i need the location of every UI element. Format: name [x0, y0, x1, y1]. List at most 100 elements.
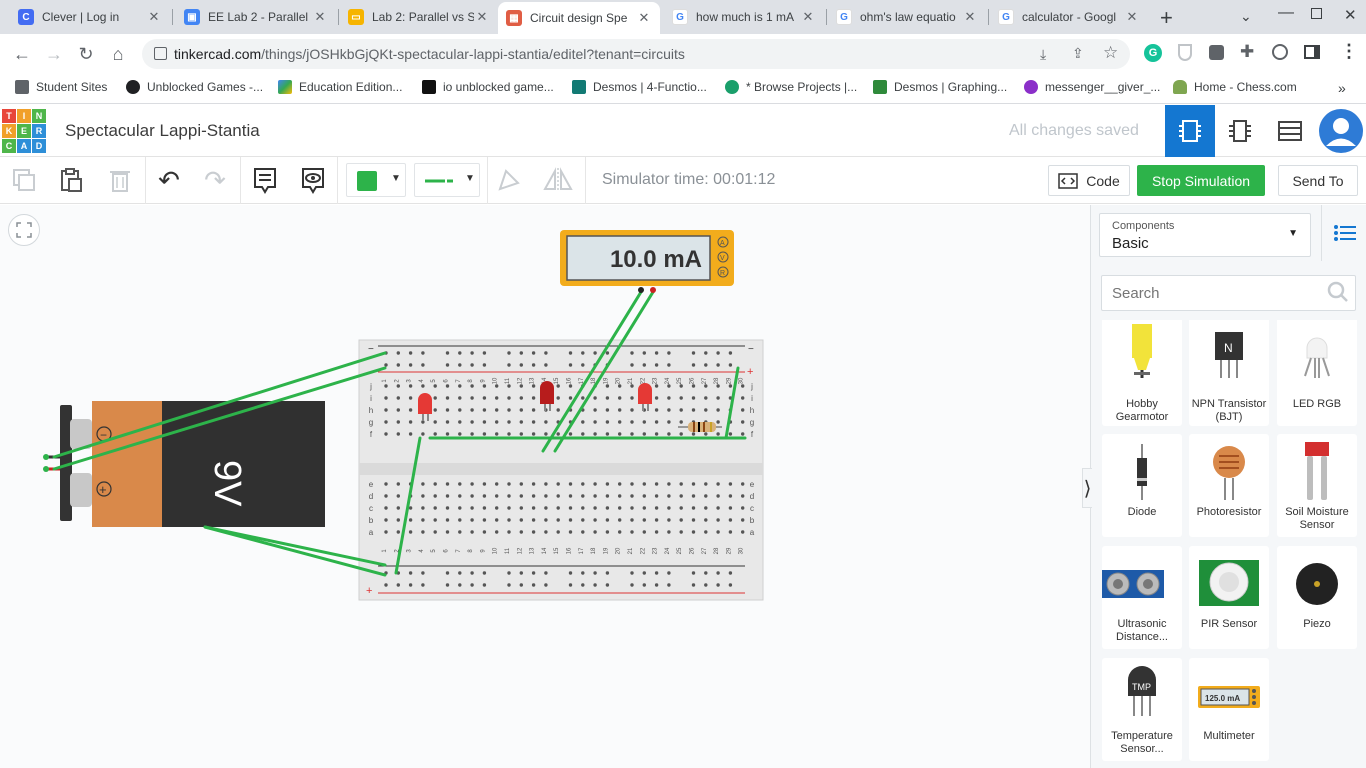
breadboard-hole[interactable]	[544, 518, 548, 522]
breadboard-hole[interactable]	[667, 432, 671, 436]
breadboard-hole[interactable]	[482, 420, 487, 424]
bookmark-item[interactable]: Education Edition...	[278, 80, 402, 94]
breadboard-hole[interactable]	[396, 583, 400, 587]
reload-icon[interactable]: ↻	[74, 42, 98, 66]
breadboard-hole[interactable]	[507, 351, 511, 355]
breadboard-hole[interactable]	[618, 396, 622, 400]
breadboard-hole[interactable]	[691, 583, 696, 587]
breadboard-hole[interactable]	[445, 571, 450, 575]
breadboard-hole[interactable]	[679, 506, 683, 510]
close-tab-icon[interactable]: ✕	[962, 9, 978, 25]
breadboard-hole[interactable]	[618, 518, 622, 522]
breadboard-hole[interactable]	[531, 482, 536, 486]
close-tab-icon[interactable]: ✕	[800, 9, 816, 25]
component-card-photoresistor[interactable]: Photoresistor	[1189, 434, 1269, 537]
grammarly-extension-icon[interactable]: G	[1144, 44, 1162, 62]
breadboard-hole[interactable]	[531, 530, 536, 534]
breadboard-hole[interactable]	[679, 420, 683, 424]
breadboard-hole[interactable]	[667, 583, 671, 587]
breadboard-hole[interactable]	[605, 571, 610, 575]
close-tab-icon[interactable]: ✕	[312, 9, 328, 25]
breadboard-hole[interactable]	[544, 571, 548, 575]
breadboard-hole[interactable]	[519, 363, 523, 367]
breadboard-hole[interactable]	[544, 530, 548, 534]
breadboard-hole[interactable]	[581, 420, 585, 424]
breadboard-hole[interactable]	[642, 420, 646, 424]
breadboard-hole[interactable]	[396, 518, 400, 522]
browser-tab[interactable]: G ohm's law equatio ✕	[828, 4, 986, 30]
breadboard-hole[interactable]	[531, 432, 536, 436]
breadboard-hole[interactable]	[605, 518, 610, 522]
breadboard-hole[interactable]	[630, 363, 634, 367]
breadboard-hole[interactable]	[482, 396, 487, 400]
breadboard-hole[interactable]	[421, 518, 425, 522]
breadboard-hole[interactable]	[544, 351, 548, 355]
breadboard-hole[interactable]	[470, 420, 474, 424]
breadboard-hole[interactable]	[741, 420, 745, 424]
breadboard-hole[interactable]	[630, 482, 634, 486]
breadboard-hole[interactable]	[679, 432, 683, 436]
breadboard-hole[interactable]	[433, 396, 437, 400]
breadboard-hole[interactable]	[716, 351, 720, 355]
breadboard-hole[interactable]	[408, 384, 413, 388]
breadboard-hole[interactable]	[581, 506, 585, 510]
breadboard-hole[interactable]	[495, 518, 499, 522]
breadboard-hole[interactable]	[556, 494, 560, 498]
breadboard-hole[interactable]	[384, 583, 388, 587]
breadboard-hole[interactable]	[433, 384, 437, 388]
breadboard-hole[interactable]	[593, 351, 597, 355]
breadboard-hole[interactable]	[716, 363, 720, 367]
breadboard-hole[interactable]	[642, 351, 646, 355]
breadboard-hole[interactable]	[519, 571, 523, 575]
breadboard-hole[interactable]	[716, 432, 720, 436]
breadboard-hole[interactable]	[704, 432, 708, 436]
breadboard-hole[interactable]	[581, 571, 585, 575]
breadboard-hole[interactable]	[568, 482, 573, 486]
breadboard-hole[interactable]	[654, 494, 659, 498]
breadboard-hole[interactable]	[384, 518, 388, 522]
component-card-diode[interactable]: Diode	[1102, 434, 1182, 537]
breadboard-hole[interactable]	[384, 384, 388, 388]
breadboard-hole[interactable]	[519, 506, 523, 510]
breadboard-hole[interactable]	[716, 396, 720, 400]
breadboard-hole[interactable]	[642, 571, 646, 575]
breadboard-hole[interactable]	[445, 432, 450, 436]
breadboard-hole[interactable]	[519, 530, 523, 534]
component-list-button[interactable]	[1265, 105, 1315, 157]
list-view-button[interactable]	[1321, 205, 1366, 261]
breadboard-hole[interactable]	[482, 384, 487, 388]
breadboard-hole[interactable]	[728, 506, 733, 510]
breadboard-hole[interactable]	[667, 408, 671, 412]
breadboard-hole[interactable]	[654, 351, 659, 355]
breadboard-hole[interactable]	[630, 530, 634, 534]
breadboard-hole[interactable]	[716, 408, 720, 412]
breadboard-hole[interactable]	[495, 420, 499, 424]
breadboard-hole[interactable]	[384, 420, 388, 424]
breadboard-hole[interactable]	[458, 363, 462, 367]
breadboard-hole[interactable]	[531, 420, 536, 424]
breadboard-hole[interactable]	[605, 506, 610, 510]
breadboard-hole[interactable]	[458, 408, 462, 412]
breadboard-hole[interactable]	[568, 432, 573, 436]
breadboard-hole[interactable]	[445, 351, 450, 355]
breadboard-hole[interactable]	[593, 583, 597, 587]
breadboard-hole[interactable]	[654, 583, 659, 587]
breadboard-hole[interactable]	[495, 408, 499, 412]
breadboard-hole[interactable]	[396, 363, 400, 367]
breadboard-hole[interactable]	[470, 583, 474, 587]
breadboard-hole[interactable]	[667, 530, 671, 534]
breadboard-hole[interactable]	[593, 518, 597, 522]
breadboard-hole[interactable]	[531, 363, 536, 367]
breadboard-hole[interactable]	[605, 482, 610, 486]
breadboard-hole[interactable]	[581, 363, 585, 367]
breadboard-hole[interactable]	[421, 363, 425, 367]
breadboard-hole[interactable]	[470, 571, 474, 575]
breadboard-hole[interactable]	[741, 518, 745, 522]
breadboard-hole[interactable]	[507, 363, 511, 367]
breadboard-hole[interactable]	[470, 482, 474, 486]
breadboard-hole[interactable]	[642, 506, 646, 510]
breadboard-hole[interactable]	[654, 518, 659, 522]
breadboard-hole[interactable]	[458, 351, 462, 355]
notes-visibility-button[interactable]	[298, 165, 328, 195]
breadboard-hole[interactable]	[482, 506, 487, 510]
